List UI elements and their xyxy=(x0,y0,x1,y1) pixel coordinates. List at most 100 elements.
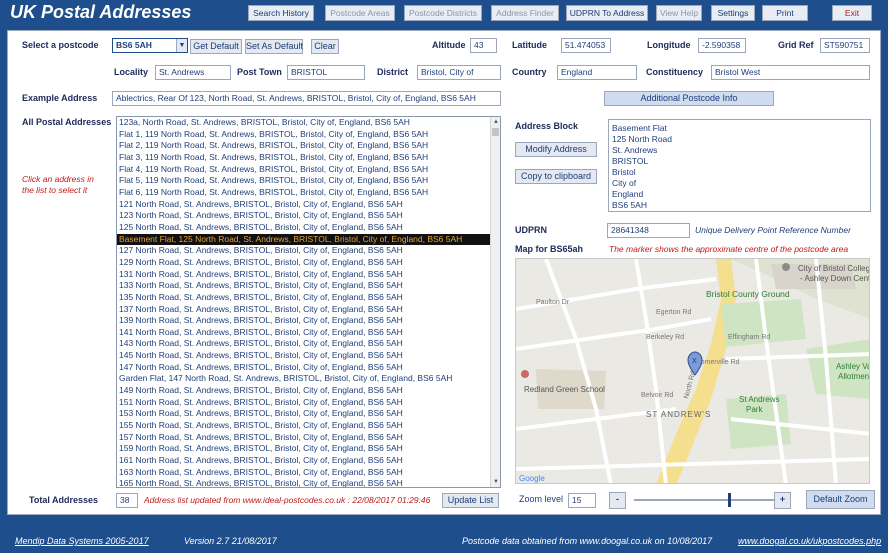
list-item[interactable]: Garden Flat, 147 North Road, St. Andrews… xyxy=(117,373,500,385)
latitude-field[interactable]: 51.474053 xyxy=(561,38,611,53)
list-item[interactable]: 155 North Road, St. Andrews, BRISTOL, Br… xyxy=(117,420,500,432)
doogal-link[interactable]: www.doogal.co.uk/ukpostcodes.php xyxy=(738,536,881,546)
company-link[interactable]: Mendip Data Systems 2005-2017 xyxy=(15,536,149,546)
scroll-down-icon[interactable]: ▼ xyxy=(491,477,500,487)
altitude-field[interactable]: 43 xyxy=(470,38,497,53)
list-item[interactable]: 133 North Road, St. Andrews, BRISTOL, Br… xyxy=(117,280,500,292)
map-label-belvoir: Belvoir Rd xyxy=(641,392,673,399)
print-button[interactable]: Print xyxy=(762,5,808,21)
list-scrollbar[interactable]: ▲ ▼ xyxy=(490,117,500,487)
postcode-areas-button[interactable]: Postcode Areas xyxy=(325,5,395,21)
example-address-field[interactable]: Ablectrics, Rear Of 123, North Road, St.… xyxy=(112,91,501,106)
map-view[interactable]: City of Bristol College - Ashley Down Ce… xyxy=(515,258,870,484)
list-item[interactable]: 129 North Road, St. Andrews, BRISTOL, Br… xyxy=(117,257,500,269)
list-item[interactable]: 123a, North Road, St. Andrews, BRISTOL, … xyxy=(117,117,500,129)
list-item-selected[interactable]: Basement Flat, 125 North Road, St. Andre… xyxy=(117,233,500,246)
select-postcode-label: Select a postcode xyxy=(22,40,99,50)
list-item[interactable]: 137 North Road, St. Andrews, BRISTOL, Br… xyxy=(117,304,500,316)
copy-clipboard-button[interactable]: Copy to clipboard xyxy=(515,169,597,184)
list-item[interactable]: 157 North Road, St. Andrews, BRISTOL, Br… xyxy=(117,432,500,444)
address-line: Bristol xyxy=(612,167,636,177)
udprn-note: Unique Delivery Point Reference Number xyxy=(695,225,851,235)
zoom-label: Zoom level xyxy=(519,494,564,504)
map-label-allotments-2: Allotments xyxy=(838,372,870,381)
list-item[interactable]: 121 North Road, St. Andrews, BRISTOL, Br… xyxy=(117,199,500,211)
longitude-field[interactable]: -2.590358 xyxy=(698,38,746,53)
map-label-college: City of Bristol College xyxy=(798,264,870,273)
clear-button[interactable]: Clear xyxy=(311,39,339,54)
list-item[interactable]: 143 North Road, St. Andrews, BRISTOL, Br… xyxy=(117,338,500,350)
address-line: BRISTOL xyxy=(612,156,649,166)
list-item[interactable]: 127 North Road, St. Andrews, BRISTOL, Br… xyxy=(117,245,500,257)
list-item[interactable]: Flat 4, 119 North Road, St. Andrews, BRI… xyxy=(117,164,500,176)
list-item[interactable]: Flat 5, 119 North Road, St. Andrews, BRI… xyxy=(117,175,500,187)
modify-address-button[interactable]: Modify Address xyxy=(515,142,597,157)
app-title: UK Postal Addresses xyxy=(10,2,192,22)
post-town-field[interactable]: BRISTOL xyxy=(287,65,365,80)
list-item[interactable]: 139 North Road, St. Andrews, BRISTOL, Br… xyxy=(117,315,500,327)
update-list-button[interactable]: Update List xyxy=(442,493,499,508)
chevron-down-icon[interactable]: ▼ xyxy=(176,39,187,52)
college-pin-icon xyxy=(782,263,790,271)
map-label-college-2: - Ashley Down Centre xyxy=(800,274,870,283)
district-field[interactable]: Bristol, City of xyxy=(417,65,501,80)
exit-button[interactable]: Exit xyxy=(832,5,872,21)
list-item[interactable]: 125 North Road, St. Andrews, BRISTOL, Br… xyxy=(117,222,500,234)
list-item[interactable]: 147 North Road, St. Andrews, BRISTOL, Br… xyxy=(117,362,500,374)
address-list[interactable]: 123a, North Road, St. Andrews, BRISTOL, … xyxy=(116,116,501,488)
zoom-slider-thumb[interactable] xyxy=(728,493,731,507)
address-finder-button[interactable]: Address Finder xyxy=(491,5,559,21)
additional-info-button[interactable]: Additional Postcode Info xyxy=(604,91,774,106)
grid-ref-field[interactable]: ST590751 xyxy=(820,38,870,53)
country-label: Country xyxy=(512,67,547,77)
settings-button[interactable]: Settings xyxy=(711,5,755,21)
address-block[interactable]: Basement Flat 125 North Road St. Andrews… xyxy=(608,119,871,212)
udprn-to-address-button[interactable]: UDPRN To Address xyxy=(566,5,648,21)
list-item[interactable]: 149 North Road, St. Andrews, BRISTOL, Br… xyxy=(117,385,500,397)
map-label-effingham: Effingham Rd xyxy=(728,334,770,341)
zoom-in-button[interactable]: + xyxy=(774,492,791,509)
total-addresses-label: Total Addresses xyxy=(29,495,99,505)
list-item[interactable]: 161 North Road, St. Andrews, BRISTOL, Br… xyxy=(117,455,500,467)
list-item[interactable]: Flat 3, 119 North Road, St. Andrews, BRI… xyxy=(117,152,500,164)
post-town-label: Post Town xyxy=(237,67,282,77)
locality-label: Locality xyxy=(114,67,149,77)
list-item[interactable]: 159 North Road, St. Andrews, BRISTOL, Br… xyxy=(117,443,500,455)
zoom-slider[interactable] xyxy=(634,493,774,507)
zoom-field[interactable]: 15 xyxy=(568,493,596,508)
constituency-field[interactable]: Bristol West xyxy=(711,65,870,80)
get-default-button[interactable]: Get Default xyxy=(190,39,242,54)
list-item[interactable]: Flat 2, 119 North Road, St. Andrews, BRI… xyxy=(117,140,500,152)
postcode-districts-button[interactable]: Postcode Districts xyxy=(404,5,482,21)
map-label-school: Redland Green School xyxy=(524,385,605,394)
list-item[interactable]: 151 North Road, St. Andrews, BRISTOL, Br… xyxy=(117,397,500,409)
search-history-button[interactable]: Search History xyxy=(248,5,314,21)
view-help-button[interactable]: View Help xyxy=(656,5,702,21)
click-hint: Click an address in the list to select i… xyxy=(22,174,94,195)
list-item[interactable]: 123 North Road, St. Andrews, BRISTOL, Br… xyxy=(117,210,500,222)
list-item[interactable]: 165 North Road, St. Andrews, BRISTOL, Br… xyxy=(117,478,500,487)
list-item[interactable]: 163 North Road, St. Andrews, BRISTOL, Br… xyxy=(117,467,500,479)
country-field[interactable]: England xyxy=(557,65,637,80)
map-label-park-2: Park xyxy=(746,405,763,414)
map-label-somerville: Somerville Rd xyxy=(696,359,740,366)
postcode-select[interactable]: BS6 5AH ▼ xyxy=(112,38,188,53)
map-label-google: Google xyxy=(519,474,545,483)
address-line: BS6 5AH xyxy=(612,200,647,210)
default-zoom-button[interactable]: Default Zoom xyxy=(806,490,875,509)
list-item[interactable]: 135 North Road, St. Andrews, BRISTOL, Br… xyxy=(117,292,500,304)
zoom-out-button[interactable]: - xyxy=(609,492,626,509)
scroll-thumb[interactable] xyxy=(492,128,499,136)
list-item[interactable]: Flat 1, 119 North Road, St. Andrews, BRI… xyxy=(117,129,500,141)
list-item[interactable]: Flat 6, 119 North Road, St. Andrews, BRI… xyxy=(117,187,500,199)
locality-field[interactable]: St. Andrews xyxy=(155,65,231,80)
list-item[interactable]: 145 North Road, St. Andrews, BRISTOL, Br… xyxy=(117,350,500,362)
scroll-up-icon[interactable]: ▲ xyxy=(491,117,500,127)
map-label: Map for BS65ah xyxy=(515,244,584,254)
list-item[interactable]: 153 North Road, St. Andrews, BRISTOL, Br… xyxy=(117,408,500,420)
list-item[interactable]: 141 North Road, St. Andrews, BRISTOL, Br… xyxy=(117,327,500,339)
set-as-default-button[interactable]: Set As Default xyxy=(245,39,303,54)
list-item[interactable]: 131 North Road, St. Andrews, BRISTOL, Br… xyxy=(117,269,500,281)
address-line: England xyxy=(612,189,644,199)
udprn-field[interactable]: 28641348 xyxy=(607,223,690,238)
